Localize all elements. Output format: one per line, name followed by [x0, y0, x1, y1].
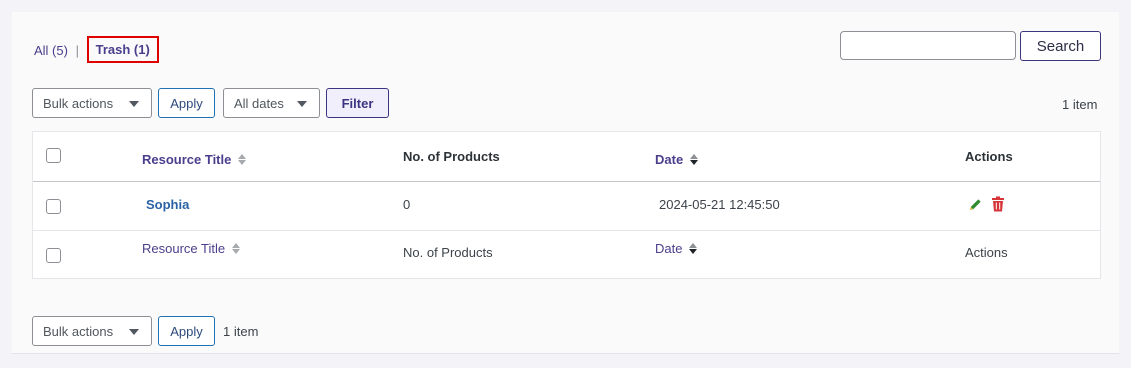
- chevron-down-icon: [129, 329, 139, 335]
- footer-column-products: No. of Products: [403, 245, 493, 260]
- column-actions: Actions: [965, 149, 1013, 164]
- search-button[interactable]: Search: [1020, 31, 1101, 61]
- view-trash-link[interactable]: Trash (1): [96, 42, 150, 57]
- apply-button-top[interactable]: Apply: [158, 88, 215, 118]
- dates-select[interactable]: All dates: [223, 88, 320, 118]
- chevron-down-icon: [129, 101, 139, 107]
- table-row: Sophia 0 2024-05-21 12:45:50: [33, 182, 1100, 231]
- row-checkbox[interactable]: [46, 199, 61, 214]
- footer-column-resource-title[interactable]: Resource Title: [142, 241, 241, 256]
- row-title: Sophia: [146, 197, 189, 212]
- trash-icon[interactable]: [991, 196, 1005, 212]
- bulk-actions-label: Bulk actions: [43, 323, 114, 339]
- sort-desc-icon: [690, 154, 699, 165]
- bulk-actions-select-bottom[interactable]: Bulk actions: [32, 316, 152, 346]
- filter-button[interactable]: Filter: [326, 88, 389, 118]
- column-resource-title[interactable]: Resource Title: [142, 152, 247, 167]
- select-all-checkbox[interactable]: [46, 148, 61, 163]
- apply-button-bottom[interactable]: Apply: [158, 316, 215, 346]
- row-products: 0: [403, 197, 411, 212]
- search-input[interactable]: [840, 31, 1016, 60]
- view-filters: All (5) | Trash (1): [34, 36, 159, 64]
- pencil-icon[interactable]: [968, 197, 983, 212]
- select-all-checkbox-footer[interactable]: [46, 248, 61, 263]
- sort-desc-icon: [689, 243, 698, 254]
- column-date[interactable]: Date: [655, 152, 699, 167]
- bulk-actions-label: Bulk actions: [43, 95, 114, 111]
- view-separator: |: [75, 43, 79, 58]
- dates-label: All dates: [234, 95, 284, 111]
- bulk-actions-select-top[interactable]: Bulk actions: [32, 88, 152, 118]
- item-count-bottom: 1 item: [223, 324, 259, 339]
- footer-column-date[interactable]: Date: [655, 241, 698, 256]
- column-products: No. of Products: [403, 149, 500, 164]
- item-count-top: 1 item: [1062, 97, 1098, 112]
- resources-panel: All (5) | Trash (1) Search Bulk actions …: [12, 12, 1119, 354]
- row-actions: [968, 196, 1005, 212]
- resources-table: Resource Title No. of Products Date Acti…: [32, 131, 1101, 279]
- sort-icon: [238, 154, 247, 165]
- chevron-down-icon: [297, 101, 307, 107]
- footer-column-actions: Actions: [965, 245, 1008, 260]
- table-footer-row: Resource Title No. of Products Date Acti…: [33, 231, 1100, 279]
- resource-title-link[interactable]: Sophia: [146, 197, 189, 212]
- sort-icon: [232, 243, 241, 254]
- trash-highlight-box: Trash (1): [86, 36, 159, 63]
- view-all-link[interactable]: All (5): [34, 43, 68, 58]
- row-date: 2024-05-21 12:45:50: [659, 197, 780, 212]
- table-header-row: Resource Title No. of Products Date Acti…: [33, 132, 1100, 182]
